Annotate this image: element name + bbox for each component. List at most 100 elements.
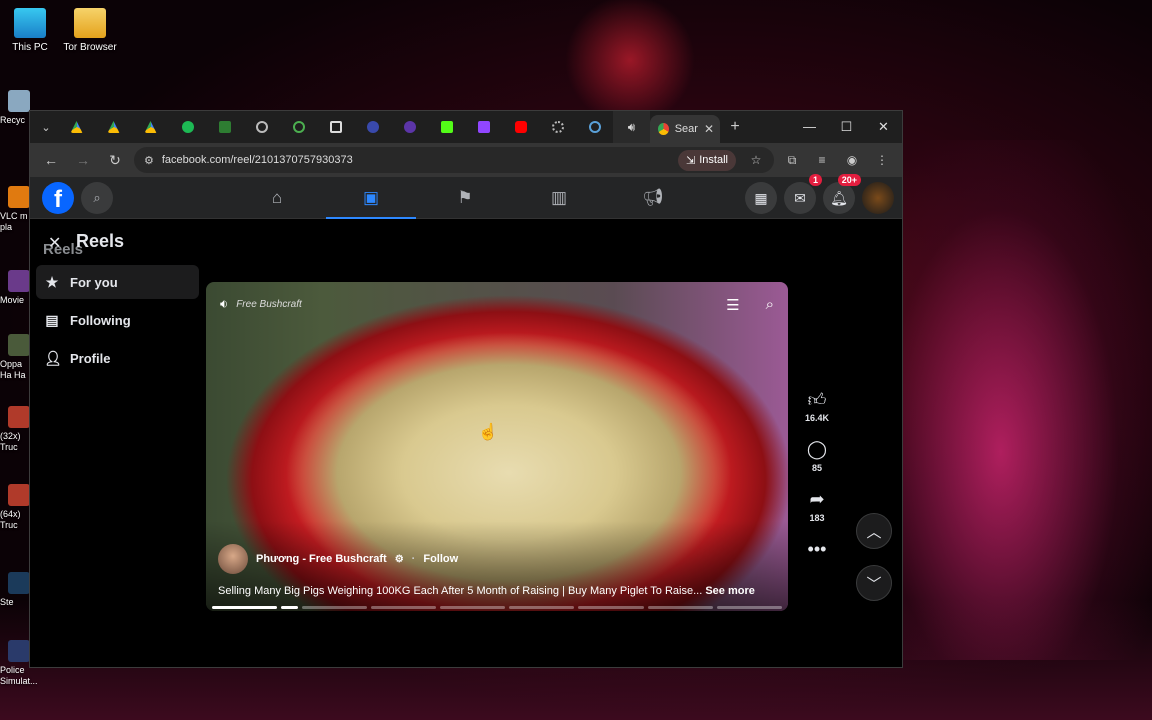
nav-campaigns[interactable]: 📢︎ bbox=[606, 177, 700, 219]
tab-close-icon[interactable]: ✕ bbox=[704, 122, 714, 136]
more-options-button[interactable]: ••• bbox=[808, 539, 827, 561]
desktop-icon-truck-32[interactable]: (32x) Truc bbox=[0, 406, 30, 453]
nav-reels[interactable]: ▣ bbox=[324, 177, 418, 220]
monitor-icon bbox=[14, 8, 46, 38]
forward-button[interactable]: → bbox=[70, 152, 96, 168]
list-icon[interactable]: ☰ bbox=[726, 296, 739, 314]
install-icon: ⇲ bbox=[686, 154, 696, 167]
nav-ads-manager[interactable]: ▥ bbox=[512, 177, 606, 219]
tab-stock[interactable] bbox=[206, 111, 243, 143]
close-window-button[interactable]: ✕ bbox=[865, 119, 902, 135]
see-more-link[interactable]: See more bbox=[705, 585, 755, 597]
desktop-icon-tor-browser[interactable]: Tor Browser bbox=[60, 8, 120, 53]
tab-mask-app[interactable] bbox=[391, 111, 428, 143]
chart-icon: ▥ bbox=[550, 188, 568, 207]
tab-search-button[interactable]: ⌄ bbox=[34, 111, 58, 143]
tab-loading[interactable] bbox=[539, 111, 576, 143]
desktop-icon-steam[interactable]: Ste bbox=[0, 572, 30, 608]
vlc-icon bbox=[8, 186, 30, 208]
thumbs-up-icon: 👍︎ bbox=[807, 390, 827, 410]
google-icon bbox=[658, 123, 669, 135]
next-reel-button[interactable]: ﹀ bbox=[856, 565, 892, 601]
tab-kick[interactable] bbox=[428, 111, 465, 143]
tab-google-drive[interactable] bbox=[58, 111, 95, 143]
site-info-icon[interactable]: ⚙ bbox=[144, 154, 154, 167]
active-tab[interactable]: Sear ✕ bbox=[650, 115, 720, 143]
tab-google-drive-2[interactable] bbox=[95, 111, 132, 143]
extensions-icon[interactable]: ⧉ bbox=[780, 153, 804, 168]
desktop-icon-vlc[interactable]: VLC m pla bbox=[0, 186, 30, 233]
share-button[interactable]: ➦ 183 bbox=[809, 489, 824, 523]
progress-segment bbox=[212, 606, 278, 609]
wallpaper-figure bbox=[900, 140, 1152, 660]
notifications-button[interactable]: 🔔︎ 20+ bbox=[823, 174, 861, 214]
tab-audio-playing[interactable]: 🔊︎ bbox=[613, 111, 650, 143]
profile-icon[interactable]: ◉ bbox=[840, 153, 864, 167]
tab-youtube[interactable] bbox=[502, 111, 539, 143]
desktop-icon-truck-64[interactable]: (64x) Truc bbox=[0, 484, 30, 531]
game-icon bbox=[8, 334, 30, 356]
facebook-search-button[interactable]: ⌕ bbox=[81, 181, 113, 214]
tab-purple-app[interactable] bbox=[354, 111, 391, 143]
minimize-button[interactable]: — bbox=[791, 119, 828, 135]
nav-home[interactable]: ⌂ bbox=[230, 177, 324, 219]
bookmark-star-icon[interactable]: ☆ bbox=[744, 153, 768, 167]
desktop-icon-movie[interactable]: Movie bbox=[0, 270, 30, 306]
account-avatar[interactable] bbox=[862, 182, 894, 214]
sidebar-item-label: For you bbox=[70, 274, 118, 290]
back-button[interactable]: ← bbox=[38, 152, 64, 168]
menu-grid-button[interactable]: ▦ bbox=[745, 182, 777, 214]
progress-segment bbox=[281, 606, 298, 609]
sidebar-item-profile[interactable]: 👤︎ Profile bbox=[36, 341, 199, 375]
author-avatar[interactable] bbox=[218, 544, 248, 574]
tab-refresh-app[interactable] bbox=[280, 111, 317, 143]
tab-twitch[interactable] bbox=[465, 111, 502, 143]
menu-kebab-icon[interactable]: ⋮ bbox=[870, 153, 894, 167]
desktop-icon-this-pc[interactable]: This PC bbox=[0, 8, 60, 53]
url-text: facebook.com/reel/2101370757930373 bbox=[161, 154, 353, 166]
header-right-actions: ▦ ✉ 1 🔔︎ 20+ bbox=[745, 174, 894, 214]
tab-globe[interactable] bbox=[243, 111, 280, 143]
desktop-icon-label: Oppa Ha Ha bbox=[0, 359, 26, 380]
sidebar-item-following[interactable]: ▤ Following bbox=[36, 303, 199, 337]
reload-button[interactable]: ↻ bbox=[102, 152, 128, 169]
tab-green-app[interactable] bbox=[169, 111, 206, 143]
new-tab-button[interactable]: + bbox=[720, 118, 750, 136]
close-reels-button[interactable]: ✕ bbox=[48, 233, 61, 253]
comment-count: 85 bbox=[811, 463, 822, 473]
tab-google-drive-3[interactable] bbox=[132, 111, 169, 143]
more-icon: ••• bbox=[807, 539, 827, 559]
url-field[interactable]: ⚙ facebook.com/reel/2101370757930373 ⇲ I… bbox=[134, 147, 774, 173]
tab-image[interactable] bbox=[317, 111, 354, 143]
volume-icon[interactable]: 🔉︎ bbox=[220, 296, 228, 312]
install-app-button[interactable]: ⇲ Install bbox=[678, 149, 736, 171]
search-icon[interactable]: ⌕ bbox=[766, 296, 774, 314]
page-title: Reels bbox=[76, 231, 125, 251]
notification-badge: 20+ bbox=[837, 174, 861, 186]
nav-pages[interactable]: ⚑ bbox=[418, 177, 512, 219]
desktop-icon-oppa[interactable]: Oppa Ha Ha bbox=[0, 334, 30, 381]
green-circle-icon bbox=[181, 121, 194, 133]
caption-text: Selling Many Big Pigs Weighing 100KG Eac… bbox=[218, 585, 703, 597]
like-button[interactable]: 👍︎ 16.4K bbox=[805, 389, 829, 423]
follow-button[interactable]: Follow bbox=[423, 553, 458, 565]
tab-search-lens[interactable] bbox=[576, 111, 613, 143]
bell-icon: 🔔︎ bbox=[830, 189, 848, 206]
previous-reel-button[interactable]: ︿ bbox=[856, 513, 892, 549]
desktop-icon-recycle-bin[interactable]: Recyc bbox=[0, 90, 30, 126]
window-controls: — ☐ ✕ bbox=[791, 119, 902, 135]
maximize-button[interactable]: ☐ bbox=[828, 119, 865, 135]
desktop-icon-label: Movie bbox=[0, 295, 25, 305]
recycle-bin-icon bbox=[8, 90, 30, 112]
reel-video-player[interactable]: 🔉︎ Free Bushcraft ☰ ⌕ Phương - Free Bush… bbox=[206, 282, 788, 611]
author-name[interactable]: Phương - Free Bushcraft bbox=[256, 553, 387, 565]
comment-button[interactable]: ◯ 85 bbox=[807, 439, 827, 473]
following-icon: ▤ bbox=[45, 311, 59, 328]
reel-progress-bar[interactable] bbox=[212, 606, 783, 609]
share-count: 183 bbox=[809, 513, 825, 523]
sidebar-item-for-you[interactable]: ★ For you bbox=[36, 265, 199, 299]
messenger-badge: 1 bbox=[808, 174, 822, 186]
media-controls-icon[interactable]: ≡ bbox=[810, 153, 834, 167]
messenger-button[interactable]: ✉ 1 bbox=[784, 174, 822, 214]
facebook-logo-icon[interactable]: f bbox=[42, 181, 74, 214]
